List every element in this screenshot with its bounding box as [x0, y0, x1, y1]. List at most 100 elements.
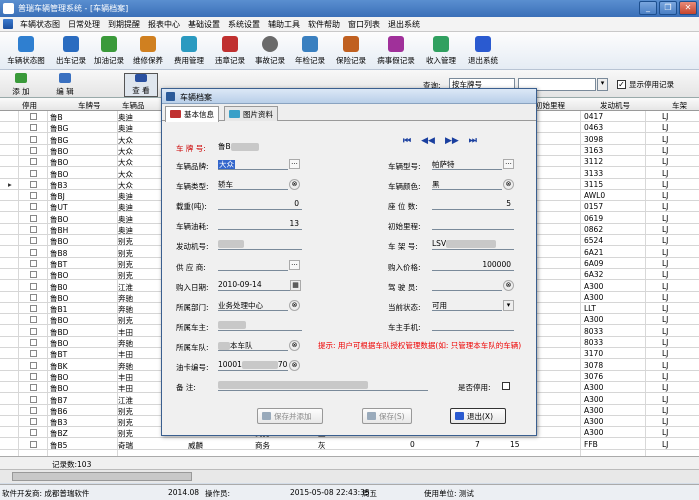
model-field[interactable]: 帕萨特	[432, 159, 502, 170]
col-engine[interactable]: 发动机号	[600, 100, 630, 111]
row-disabled-checkbox[interactable]	[30, 146, 37, 154]
row-disabled-checkbox[interactable]	[30, 293, 37, 301]
toolbar-car-out-button[interactable]: 出车记录	[52, 32, 90, 70]
dept-clear-icon[interactable]: ⊗	[289, 300, 300, 311]
fuel-field[interactable]: 13	[218, 219, 302, 230]
row-disabled-checkbox[interactable]	[30, 124, 37, 132]
chevron-down-icon[interactable]: ▾	[503, 300, 514, 311]
toolbar-insurance-button[interactable]: 保险记录	[330, 32, 372, 70]
chevron-down-icon[interactable]: ▾	[597, 78, 608, 91]
row-disabled-checkbox[interactable]	[30, 135, 37, 143]
row-disabled-checkbox[interactable]	[30, 316, 37, 324]
remark-field[interactable]	[218, 380, 428, 391]
restore-button[interactable]: ❐	[659, 1, 677, 15]
tab-basic-info[interactable]: 基本信息	[165, 106, 219, 122]
show-disabled-checkbox[interactable]: ✓	[617, 80, 626, 89]
dept-field[interactable]: 业务处理中心	[218, 300, 288, 311]
driver-clear-icon[interactable]: ⊗	[503, 280, 514, 291]
menu-item-tools[interactable]: 辅助工具	[264, 19, 304, 30]
row-disabled-checkbox[interactable]	[30, 440, 37, 448]
col-frame[interactable]: 车架	[672, 100, 687, 111]
save-add-button[interactable]: 保存并添加	[257, 408, 323, 424]
toolbar-money-button[interactable]: 费用管理	[168, 32, 210, 70]
card-clear-icon[interactable]: ⊗	[289, 360, 300, 371]
team-clear-icon[interactable]: ⊗	[289, 340, 300, 351]
row-disabled-checkbox[interactable]	[30, 192, 37, 200]
brand-lookup-button[interactable]: ···	[289, 159, 300, 169]
price-field[interactable]: 100000	[432, 260, 514, 271]
tab-pictures[interactable]: 图片资料	[224, 106, 278, 121]
color-clear-icon[interactable]: ⊗	[503, 179, 514, 190]
load-field[interactable]: 0	[218, 199, 302, 210]
row-disabled-checkbox[interactable]	[30, 282, 37, 290]
toolbar-violation-button[interactable]: 违章记录	[210, 32, 250, 70]
save-button[interactable]: 保存(S)	[362, 408, 412, 424]
menu-item-help[interactable]: 软件帮助	[304, 19, 344, 30]
color-field[interactable]: 黑	[432, 179, 502, 190]
mileage-field[interactable]	[432, 219, 514, 230]
row-disabled-checkbox[interactable]	[30, 429, 37, 437]
menu-item-reports[interactable]: 报表中心	[144, 19, 184, 30]
row-disabled-checkbox[interactable]	[30, 248, 37, 256]
seats-field[interactable]: 5	[432, 199, 514, 210]
menu-item-windows[interactable]: 窗口列表	[344, 19, 384, 30]
type-clear-icon[interactable]: ⊗	[289, 179, 300, 190]
toolbar-status-map-button[interactable]: 车辆状态图	[0, 32, 52, 70]
menu-item-exit[interactable]: 退出系统	[384, 19, 424, 30]
toolbar-income-button[interactable]: 收入管理	[420, 32, 462, 70]
col-plate[interactable]: 车牌号	[78, 100, 101, 111]
col-mileage[interactable]: 初始里程	[535, 100, 565, 111]
toolbar-inspection-button[interactable]: 年检记录	[290, 32, 330, 70]
minimize-button[interactable]: _	[639, 1, 657, 15]
row-disabled-checkbox[interactable]	[30, 418, 37, 426]
buydate-field[interactable]: 2010-09-14	[218, 280, 290, 291]
first-record-icon[interactable]: ⏮	[403, 136, 411, 146]
toolbar-accident-button[interactable]: 事故记录	[250, 32, 290, 70]
prev-record-icon[interactable]: ◀◀	[421, 136, 435, 146]
col-disabled[interactable]: 停用	[22, 100, 37, 111]
disabled-checkbox[interactable]	[502, 382, 510, 390]
row-disabled-checkbox[interactable]	[30, 180, 37, 188]
card-field[interactable]: 10001705	[218, 360, 288, 371]
row-disabled-checkbox[interactable]	[30, 214, 37, 222]
row-disabled-checkbox[interactable]	[30, 237, 37, 245]
last-record-icon[interactable]: ⏭	[469, 136, 477, 146]
row-disabled-checkbox[interactable]	[30, 361, 37, 369]
row-disabled-checkbox[interactable]	[30, 327, 37, 335]
table-row[interactable]: 鲁B5 奇瑞 威麟 商务 灰 0 7 15 FFB LJ	[0, 439, 699, 450]
horizontal-scrollbar[interactable]	[0, 469, 699, 483]
driver-field[interactable]	[432, 280, 502, 291]
row-disabled-checkbox[interactable]	[30, 406, 37, 414]
supplier-field[interactable]	[218, 260, 288, 271]
row-disabled-checkbox[interactable]	[30, 271, 37, 279]
frame-field[interactable]: LSV	[432, 239, 514, 250]
exit-button[interactable]: 退出(X)	[450, 408, 506, 424]
edit-button[interactable]: 编 辑	[50, 73, 80, 97]
toolbar-exit-button[interactable]: 退出系统	[462, 32, 504, 70]
toolbar-leave-button[interactable]: 病事假记录	[372, 32, 420, 70]
menu-item-basic-settings[interactable]: 基础设置	[184, 19, 224, 30]
type-field[interactable]: 轿车	[218, 179, 288, 190]
row-disabled-checkbox[interactable]	[30, 158, 37, 166]
row-disabled-checkbox[interactable]	[30, 305, 37, 313]
calendar-icon[interactable]: ▦	[290, 280, 301, 291]
row-disabled-checkbox[interactable]	[30, 384, 37, 392]
team-field[interactable]: 本车队	[218, 340, 288, 351]
row-disabled-checkbox[interactable]	[30, 226, 37, 233]
scrollbar-thumb[interactable]	[12, 472, 192, 481]
state-select[interactable]: 可用	[432, 300, 502, 311]
brand-field[interactable]: 大众	[218, 159, 288, 170]
col-brand[interactable]: 车辆品	[122, 100, 145, 111]
row-disabled-checkbox[interactable]	[30, 259, 37, 267]
owner-field[interactable]	[218, 320, 302, 331]
supplier-lookup-button[interactable]: ···	[289, 260, 300, 270]
row-disabled-checkbox[interactable]	[30, 350, 37, 358]
engine-field[interactable]	[218, 239, 302, 250]
model-lookup-button[interactable]: ···	[503, 159, 514, 169]
close-button[interactable]: ✕	[679, 1, 697, 15]
row-disabled-checkbox[interactable]	[30, 395, 37, 403]
menu-item-daily[interactable]: 日常处理	[64, 19, 104, 30]
row-disabled-checkbox[interactable]	[30, 203, 37, 211]
view-button[interactable]: 查 看	[124, 73, 158, 97]
row-disabled-checkbox[interactable]	[30, 339, 37, 346]
